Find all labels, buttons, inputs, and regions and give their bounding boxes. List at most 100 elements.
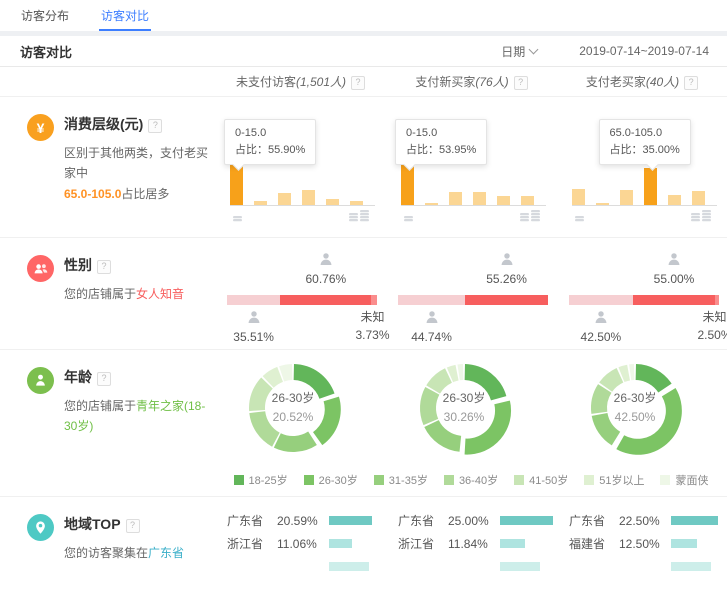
- help-icon[interactable]: ?: [148, 119, 162, 133]
- date-area: 日期 2019-07-14~2019-07-14: [501, 43, 709, 60]
- date-range-value[interactable]: 2019-07-14~2019-07-14: [579, 44, 709, 58]
- region-desc-prefix: 您的访客聚集在: [64, 546, 148, 560]
- donut-slice-36-40岁[interactable]: [249, 411, 279, 446]
- male-segment[interactable]: [569, 295, 633, 305]
- legend-item-41-50岁[interactable]: 41-50岁: [514, 472, 568, 488]
- donut-slice-18-25岁[interactable]: [465, 364, 507, 400]
- age-donut-chart: 26-30岁30.26%: [414, 358, 514, 458]
- bar[interactable]: [302, 190, 315, 205]
- female-segment[interactable]: [465, 295, 548, 305]
- tab-visitor-distribution[interactable]: 访客分布: [21, 0, 69, 31]
- coin-large-icon: [520, 207, 544, 225]
- female-segment[interactable]: [633, 295, 716, 305]
- legend-swatch: [584, 475, 594, 485]
- donut-slice-26-30岁[interactable]: [465, 401, 511, 455]
- male-segment[interactable]: [227, 295, 280, 305]
- help-icon[interactable]: ?: [97, 372, 111, 386]
- column-title: 未支付访客: [236, 75, 296, 89]
- male-segment[interactable]: [398, 295, 465, 305]
- geo-row: 福建省12.50%: [557, 532, 727, 555]
- unknown-segment[interactable]: [715, 295, 719, 305]
- help-icon[interactable]: ?: [684, 76, 698, 90]
- legend-label: 蒙面侠: [675, 472, 708, 488]
- donut-slice-31-35岁[interactable]: [424, 420, 461, 452]
- legend-item-蒙面侠[interactable]: 蒙面侠: [660, 472, 708, 488]
- bar[interactable]: [278, 193, 291, 205]
- help-icon[interactable]: ?: [97, 260, 111, 274]
- legend-label: 36-40岁: [459, 472, 498, 488]
- help-icon[interactable]: ?: [126, 519, 140, 533]
- top-tabbar: 访客分布 访客对比: [0, 0, 727, 31]
- legend-item-18-25岁[interactable]: 18-25岁: [234, 472, 288, 488]
- gender-chart: 60.76%35.51%未知3.73%: [227, 238, 377, 349]
- bar[interactable]: [572, 189, 585, 205]
- age-donut-chart: 26-30岁42.50%: [585, 358, 685, 458]
- geo-bar[interactable]: [671, 562, 711, 571]
- male-percent: 35.51%: [233, 330, 274, 344]
- x-axis-line: [401, 205, 546, 206]
- geo-bar[interactable]: [671, 539, 697, 548]
- column-header: 支付老买家(40人)?: [557, 73, 727, 90]
- donut-slice-36-40岁[interactable]: [420, 387, 439, 425]
- help-icon[interactable]: ?: [351, 76, 365, 90]
- geo-province: 广东省: [398, 512, 448, 529]
- legend-item-36-40岁[interactable]: 36-40岁: [444, 472, 498, 488]
- region-title: 地域TOP: [64, 516, 121, 532]
- geo-bar[interactable]: [329, 516, 372, 525]
- age-person-icon: [27, 367, 54, 394]
- geo-province: 福建省: [569, 535, 619, 552]
- female-segment[interactable]: [280, 295, 371, 305]
- age-chart-cell: 26-30岁30.26%: [386, 350, 557, 466]
- female-icon: [318, 252, 333, 270]
- geo-province: 浙江省: [227, 535, 277, 552]
- geo-percent: 22.50%: [619, 514, 671, 528]
- date-dropdown-label: 日期: [501, 43, 525, 60]
- gender-desc-highlight: 女人知音: [136, 287, 184, 301]
- geo-row: 广东省20.59%: [215, 509, 386, 532]
- geo-bar[interactable]: [329, 562, 369, 571]
- male-icon: [246, 310, 261, 328]
- bar[interactable]: [620, 190, 633, 205]
- help-icon[interactable]: ?: [514, 76, 528, 90]
- gender-bar: [227, 295, 377, 305]
- geo-bar[interactable]: [500, 562, 540, 571]
- geo-bar[interactable]: [671, 516, 718, 525]
- bar[interactable]: [668, 195, 681, 206]
- column-count: (40人): [646, 75, 679, 89]
- legend-item-51岁以上[interactable]: 51岁以上: [584, 472, 644, 488]
- tooltip-share: 占比：53.95%: [406, 142, 476, 159]
- row-gender: 性别? 您的店铺属于女人知音 60.76%35.51%未知3.73%55.26%…: [0, 238, 727, 350]
- consumption-desc: 区别于其他两类，支付老买家中 65.0-105.0占比居多: [64, 143, 209, 204]
- female-icon: [667, 252, 682, 270]
- date-dropdown[interactable]: 日期: [501, 43, 537, 60]
- donut-slice-18-25岁[interactable]: [294, 364, 335, 399]
- tab-visitor-compare[interactable]: 访客对比: [101, 0, 149, 31]
- age-label: 年龄? 您的店铺属于青年之家(18-30岁): [0, 350, 215, 437]
- unknown-segment[interactable]: [371, 295, 377, 305]
- donut-slice-26-30岁[interactable]: [616, 388, 682, 455]
- geo-bar[interactable]: [500, 539, 525, 548]
- bar[interactable]: [644, 168, 657, 205]
- geo-bar[interactable]: [500, 516, 553, 525]
- legend-label: 18-25岁: [249, 472, 288, 488]
- legend-item-31-35岁[interactable]: 31-35岁: [374, 472, 428, 488]
- geo-row: 广东省25.00%: [386, 509, 557, 532]
- coin-large-icon: [349, 207, 373, 225]
- donut-slice-蒙面侠[interactable]: [457, 364, 463, 380]
- donut-slice-26-30岁[interactable]: [313, 397, 341, 446]
- column-header: 未支付访客(1,501人)?: [215, 73, 386, 90]
- donut-slice-31-35岁[interactable]: [274, 432, 317, 452]
- donut-slice-蒙面侠[interactable]: [629, 364, 634, 380]
- bar[interactable]: [449, 192, 462, 205]
- donut-slice-31-35岁[interactable]: [592, 413, 621, 445]
- donut-slice-18-25岁[interactable]: [636, 364, 672, 392]
- panel-header: 访客对比 日期 2019-07-14~2019-07-14: [0, 36, 727, 67]
- legend-item-26-30岁[interactable]: 26-30岁: [304, 472, 358, 488]
- row-age: 年龄? 您的店铺属于青年之家(18-30岁) 26-30岁20.52%26-30…: [0, 350, 727, 497]
- geo-bar[interactable]: [329, 539, 352, 548]
- bar[interactable]: [521, 196, 534, 205]
- bar[interactable]: [497, 196, 510, 205]
- geo-row-partial: [215, 555, 386, 578]
- bar[interactable]: [473, 192, 486, 205]
- bar[interactable]: [692, 191, 705, 205]
